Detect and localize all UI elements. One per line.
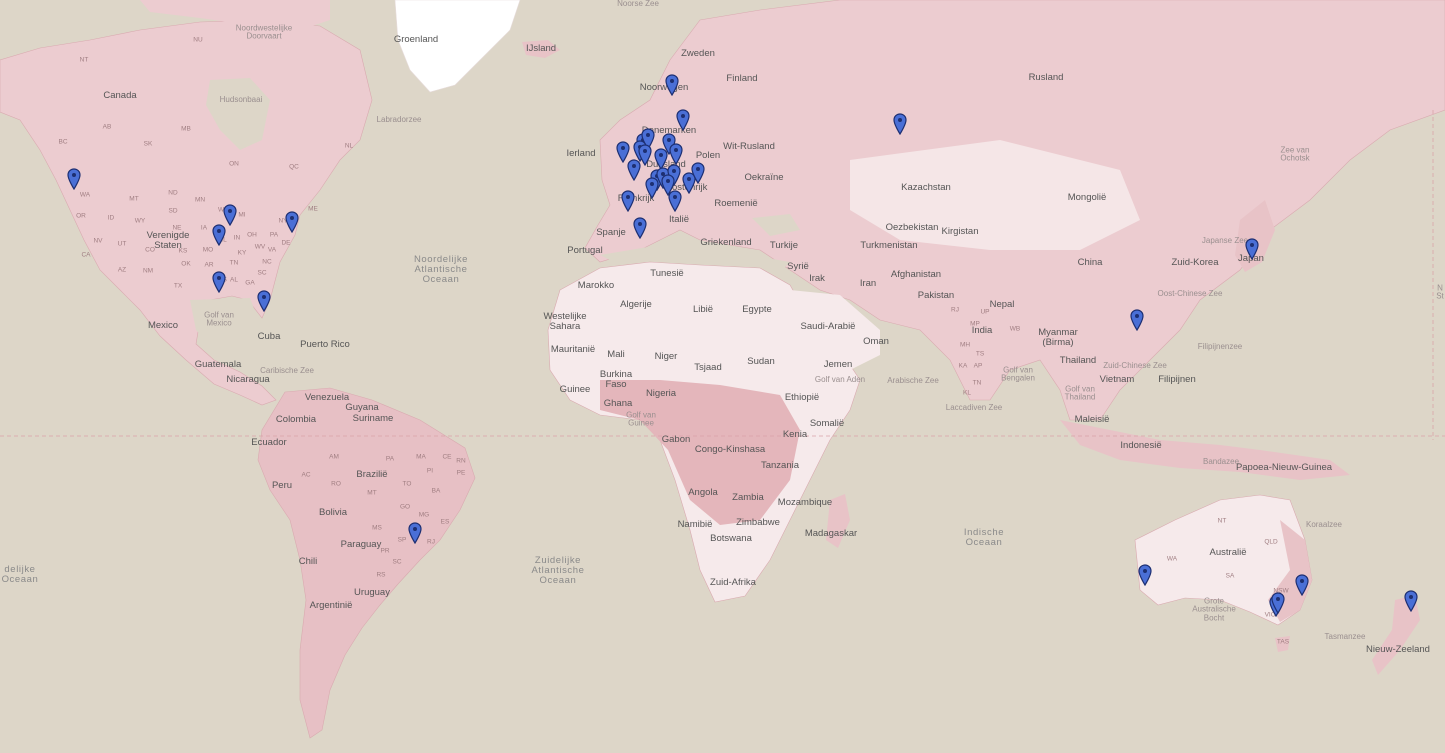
marker-florida-map-marker-icon[interactable] <box>257 290 271 312</box>
marker-oslo-map-marker-icon[interactable] <box>665 74 679 96</box>
marker-prague-map-marker-icon[interactable] <box>691 162 705 184</box>
world-map[interactable]: Noorse Zee Groenland IJsland Zweden Finland N… <box>0 0 1445 753</box>
marker-sydney-map-marker-icon[interactable] <box>1295 574 1309 596</box>
marker-seattle-map-marker-icon[interactable] <box>67 168 81 190</box>
marker-auckland-map-marker-icon[interactable] <box>1404 590 1418 612</box>
marker-hong-kong-map-marker-icon[interactable] <box>1130 309 1144 331</box>
marker-milan-map-marker-icon[interactable] <box>668 190 682 212</box>
marker-madrid-map-marker-icon[interactable] <box>633 217 647 239</box>
marker-chicago-map-marker-icon[interactable] <box>223 204 237 226</box>
map-canvas[interactable] <box>0 0 1445 753</box>
marker-houston-map-marker-icon[interactable] <box>212 271 226 293</box>
marker-st-louis-map-marker-icon[interactable] <box>212 224 226 246</box>
marker-melbourne-2-map-marker-icon[interactable] <box>1271 592 1285 614</box>
marker-new-york-map-marker-icon[interactable] <box>285 211 299 233</box>
marker-moscow-map-marker-icon[interactable] <box>893 113 907 135</box>
marker-perth-map-marker-icon[interactable] <box>1138 564 1152 586</box>
marker-bordeaux-map-marker-icon[interactable] <box>621 190 635 212</box>
marker-amsterdam-4-map-marker-icon[interactable] <box>638 144 652 166</box>
marker-copenhagen-map-marker-icon[interactable] <box>676 109 690 131</box>
marker-tokyo-map-marker-icon[interactable] <box>1245 238 1259 260</box>
marker-lyon-map-marker-icon[interactable] <box>645 177 659 199</box>
marker-berlin-map-marker-icon[interactable] <box>669 143 683 165</box>
marker-sao-paulo-map-marker-icon[interactable] <box>408 522 422 544</box>
